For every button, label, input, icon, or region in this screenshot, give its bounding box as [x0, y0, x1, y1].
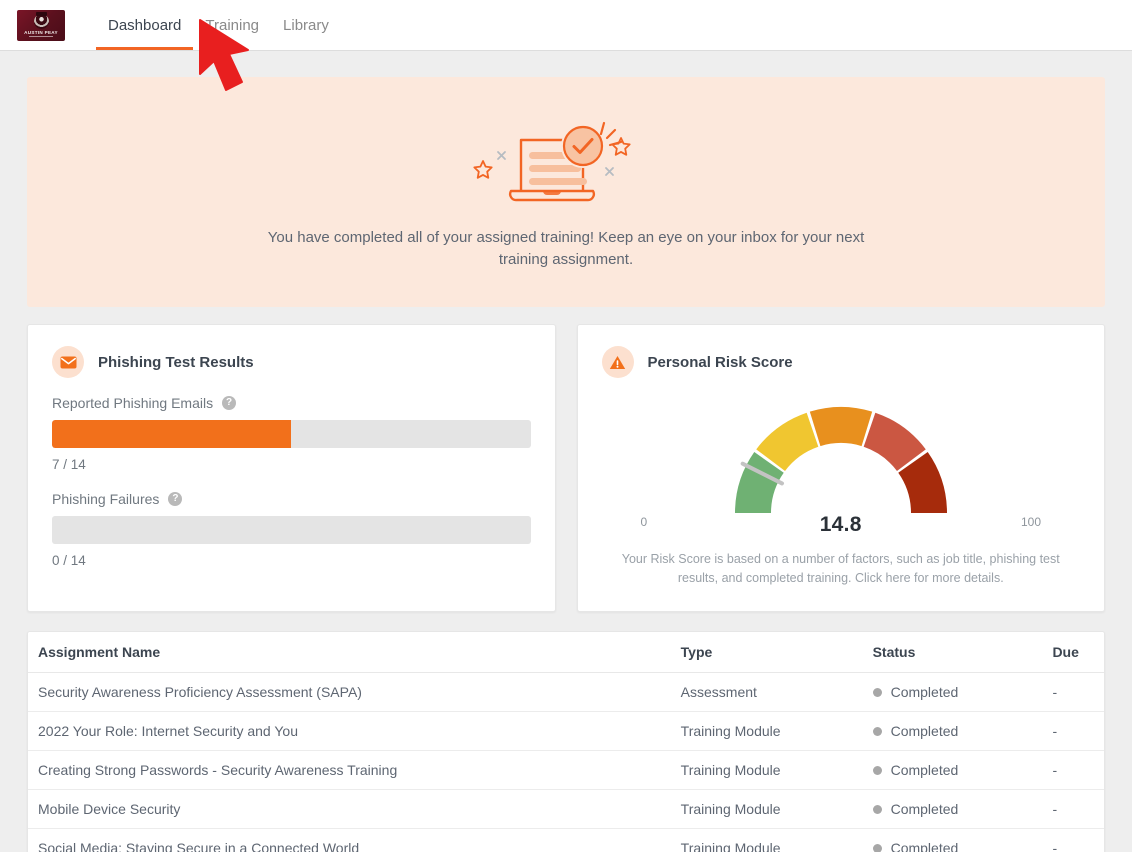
help-icon-phishing-failures[interactable]: ? [168, 492, 183, 506]
risk-card-title: Personal Risk Score [647, 353, 793, 371]
austin-peay-logo[interactable]: AUSTIN PEAY [17, 9, 65, 41]
cell-status: Completed [864, 750, 1045, 790]
app-header: AUSTIN PEAY Dashboard Training Library [0, 0, 1132, 51]
personal-risk-score-card: Personal Risk Score 0 100 14.8 Your Risk… [576, 324, 1105, 612]
cell-due: - [1044, 711, 1104, 751]
cell-assignment-name[interactable]: Mobile Device Security [28, 789, 673, 829]
assignments-table: Assignment Name Type Status Due Security… [28, 632, 1104, 852]
phishing-failures-value: 0 / 14 [52, 553, 86, 568]
status-dot-icon [872, 687, 882, 697]
assignments-table-card: Assignment Name Type Status Due Security… [27, 631, 1105, 852]
cell-type: Training Module [672, 711, 865, 751]
cell-due: - [1052, 840, 1058, 852]
cell-assignment-name[interactable]: Security Awareness Proficiency Assessmen… [28, 672, 673, 712]
warning-triangle-icon [601, 346, 634, 378]
nav-label-training: Training [205, 16, 260, 34]
table-header-row: Assignment Name Type Status Due [28, 632, 1104, 673]
table-row[interactable]: Creating Strong Passwords - Security Awa… [28, 750, 1104, 790]
laptop-checkmark-illustration [471, 113, 661, 213]
dashboard-page: AUSTIN PEAY Dashboard Training Library Y… [0, 0, 1132, 852]
phishing-card-header: Phishing Test Results [52, 346, 531, 378]
risk-score-description[interactable]: Your Risk Score is based on a number of … [602, 550, 1081, 588]
nav-item-library[interactable]: Library [271, 0, 341, 50]
logo-wordmark: AUSTIN PEAY [24, 29, 58, 35]
gauge-value-label: 14.8 [819, 513, 862, 536]
status-text: Completed [890, 762, 959, 778]
cell-type: Training Module [672, 789, 865, 829]
status-text: Completed [890, 801, 959, 817]
reported-phishing-value: 7 / 14 [52, 457, 86, 472]
metric-label-text-reported: Reported Phishing Emails [52, 395, 214, 411]
phishing-test-results-card: Phishing Test Results Reported Phishing … [27, 324, 556, 612]
training-complete-banner: You have completed all of your assigned … [27, 77, 1105, 307]
risk-card-header: Personal Risk Score [601, 346, 1081, 378]
metric-label-text-failures: Phishing Failures [52, 491, 160, 507]
reported-phishing-progress-fill [52, 420, 292, 448]
reported-phishing-emails-label: Reported Phishing Emails ? [52, 395, 531, 411]
status-badge: Completed [872, 723, 1037, 739]
governor-mascot-icon [33, 11, 49, 29]
cell-type: Training Module [680, 840, 781, 852]
cell-due: - [1044, 750, 1104, 790]
metrics-card-row: Phishing Test Results Reported Phishing … [27, 324, 1105, 612]
gauge-segment-moderate [809, 407, 872, 447]
column-header-status[interactable]: Status [864, 632, 1045, 673]
status-dot-icon [872, 804, 882, 814]
banner-message: You have completed all of your assigned … [267, 229, 865, 268]
column-header-due[interactable]: Due [1044, 632, 1104, 673]
assignments-table-body: Security Awareness Proficiency Assessmen… [28, 672, 1104, 852]
logo-underline [29, 36, 53, 38]
phishing-failures-label: Phishing Failures ? [52, 491, 531, 507]
cell-assignment-name[interactable]: Social Media: Staying Secure in a Connec… [28, 829, 673, 852]
risk-score-gauge: 0 100 14.8 [602, 395, 1081, 537]
cell-status: Completed [864, 672, 1045, 712]
status-badge: Completed [872, 801, 1037, 817]
table-row[interactable]: Security Awareness Proficiency Assessmen… [28, 672, 1104, 712]
main-nav: Dashboard Training Library [96, 0, 341, 50]
status-text: Completed [890, 723, 959, 739]
envelope-icon [52, 346, 84, 378]
status-text: Completed [890, 840, 959, 852]
column-header-assignment-name[interactable]: Assignment Name [28, 632, 673, 673]
status-dot-icon [872, 843, 882, 852]
cell-due: - [1044, 789, 1104, 829]
status-dot-icon [872, 765, 882, 775]
nav-label-dashboard: Dashboard [108, 16, 182, 34]
nav-label-library: Library [283, 16, 329, 34]
status-dot-icon [872, 726, 882, 736]
nav-item-dashboard[interactable]: Dashboard [96, 0, 194, 50]
table-row[interactable]: Social Media: Staying Secure in a Connec… [28, 829, 1104, 852]
cell-status: Completed [864, 711, 1045, 751]
status-badge: Completed [872, 762, 1037, 778]
cell-assignment-name[interactable]: 2022 Your Role: Internet Security and Yo… [28, 711, 673, 751]
cell-status: Completed [864, 789, 1045, 829]
status-text: Completed [890, 684, 959, 700]
nav-item-training[interactable]: Training [193, 0, 271, 50]
cell-assignment-name[interactable]: Creating Strong Passwords - Security Awa… [28, 750, 673, 790]
assignments-table-head: Assignment Name Type Status Due [28, 632, 1104, 673]
page-content: You have completed all of your assigned … [0, 51, 1132, 852]
status-badge: Completed [872, 840, 1037, 852]
phishing-failures-progress-track [52, 516, 531, 544]
phishing-card-title: Phishing Test Results [98, 353, 254, 371]
cell-type: Assessment [672, 672, 865, 712]
cell-type: Training Module [672, 750, 865, 790]
reported-phishing-progress-track [52, 420, 531, 448]
column-header-type[interactable]: Type [672, 632, 865, 673]
status-badge: Completed [872, 684, 1037, 700]
table-row[interactable]: Mobile Device Security Training Module Com… [28, 789, 1104, 829]
help-icon-reported-phishing[interactable]: ? [222, 396, 237, 410]
cell-status: Completed [865, 829, 1045, 852]
cell-due: - [1044, 672, 1104, 712]
table-row[interactable]: 2022 Your Role: Internet Security and Yo… [28, 711, 1104, 751]
